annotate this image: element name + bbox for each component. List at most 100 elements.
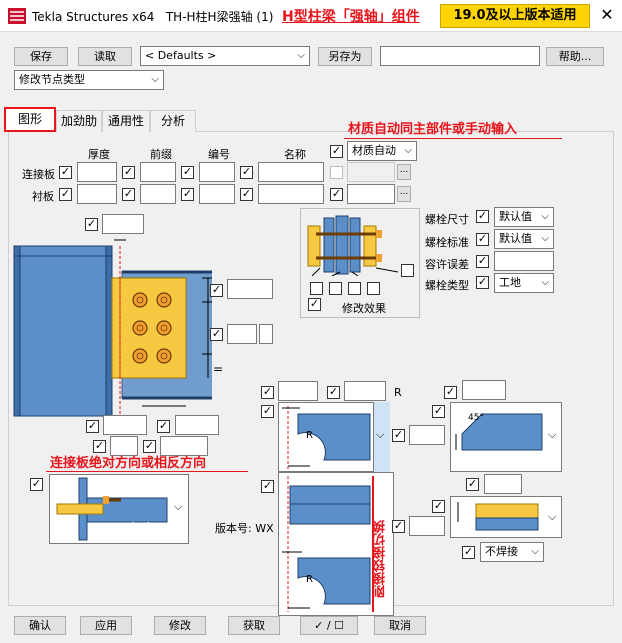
modify-effect-checkbox[interactable]: ✓ [308, 298, 321, 311]
chevron-down-icon: ⌵ [151, 74, 159, 85]
corner-dim-checkbox[interactable]: ✓ [444, 386, 457, 399]
backing-thickness-checkbox[interactable]: ✓ [59, 188, 72, 201]
backing-material-input[interactable] [347, 184, 395, 204]
plate-prefix-input[interactable] [140, 162, 176, 182]
top-dim-input[interactable] [102, 214, 144, 234]
edge-dist-input[interactable] [227, 279, 273, 299]
lower-dim-checkbox-1[interactable]: ✓ [86, 420, 99, 433]
modify-button[interactable]: 修改 [154, 616, 206, 635]
header-thickness: 厚度 [88, 148, 110, 161]
get-button[interactable]: 获取 [228, 616, 280, 635]
bolt-size-select[interactable]: 默认值 ⌵ [494, 207, 554, 227]
bolt-spacing-count-input[interactable] [227, 324, 257, 344]
cope-dim-input-1[interactable] [278, 381, 318, 401]
tab-analysis[interactable]: 分析 [150, 110, 196, 132]
stiffener-input[interactable] [409, 425, 445, 445]
plate-thickness-input[interactable] [77, 162, 117, 182]
plate-material-browse-button[interactable]: ... [397, 164, 411, 180]
bolt-type-select[interactable]: 工地 ⌵ [494, 273, 554, 293]
modify-type-select[interactable]: 修改节点类型 ⌵ [14, 70, 164, 90]
material-value: 材质自动 [352, 144, 396, 157]
bolt-standard-checkbox[interactable]: ✓ [476, 233, 489, 246]
chevron-down-icon: ⌵ [297, 50, 305, 61]
weld-size-checkbox[interactable]: ✓ [392, 520, 405, 533]
plate-number-checkbox[interactable]: ✓ [181, 166, 194, 179]
cope-type-checkbox[interactable]: ✓ [261, 405, 274, 418]
cope-dim-checkbox-2[interactable]: ✓ [327, 386, 340, 399]
bolt-standard-value: 默认值 [499, 232, 532, 245]
lower-dim-input-1[interactable] [103, 415, 147, 435]
material-select[interactable]: 材质自动 ⌵ [347, 141, 417, 161]
bolt-type-checkbox[interactable]: ✓ [476, 276, 489, 289]
backing-name-checkbox[interactable]: ✓ [240, 188, 253, 201]
edge-dist-checkbox[interactable]: ✓ [210, 284, 223, 297]
lower-dim-checkbox-2[interactable]: ✓ [157, 420, 170, 433]
weld-size-input[interactable] [409, 516, 445, 536]
weld-dim-input[interactable] [484, 474, 522, 494]
cope-dim-checkbox-1[interactable]: ✓ [261, 386, 274, 399]
save-button[interactable]: 保存 [14, 47, 68, 66]
load-button[interactable]: 读取 [78, 47, 132, 66]
bolt-effect-checkbox-3[interactable]: ✓ [348, 282, 361, 295]
direction-annotation: 连接板绝对方向或相反方向 [50, 456, 207, 471]
modify-type-value: 修改节点类型 [19, 73, 85, 86]
ok-button[interactable]: 确认 [14, 616, 66, 635]
weld-type-select[interactable]: 不焊接 ⌵ [480, 542, 544, 562]
weld-shape-drawing [457, 502, 539, 531]
save-as-button[interactable]: 另存为 [318, 47, 372, 66]
backing-prefix-checkbox[interactable]: ✓ [122, 188, 135, 201]
plate-name-checkbox[interactable]: ✓ [240, 166, 253, 179]
top-dim-checkbox[interactable]: ✓ [85, 218, 98, 231]
version-label: 版本号: WX [215, 522, 274, 535]
tab-general[interactable]: 通用性 [102, 110, 150, 132]
stiffener-checkbox[interactable]: ✓ [392, 429, 405, 442]
plate-name-input[interactable] [258, 162, 324, 182]
save-as-input[interactable] [380, 46, 540, 66]
bolt-spacing-input[interactable] [259, 324, 273, 344]
direction-checkbox[interactable]: ✓ [30, 478, 43, 491]
cope-dim-input-2[interactable] [344, 381, 386, 401]
angle-label: 45° [468, 413, 484, 423]
hinge-checkbox[interactable]: ✓ [261, 480, 274, 493]
weld-shape-checkbox[interactable]: ✓ [432, 500, 445, 513]
modify-effect-label: 修改效果 [342, 302, 386, 315]
plate-thickness-checkbox[interactable]: ✓ [59, 166, 72, 179]
tolerance-input[interactable] [494, 251, 554, 271]
plate-material-input[interactable] [347, 162, 395, 182]
backing-thickness-input[interactable] [77, 184, 117, 204]
chamfer-checkbox[interactable]: ✓ [432, 405, 445, 418]
close-icon[interactable]: ✕ [596, 4, 618, 26]
bolt-effect-checkbox-1[interactable]: ✓ [310, 282, 323, 295]
tab-graphics[interactable]: 图形 [4, 107, 56, 132]
chevron-down-icon: ⌵ [404, 145, 412, 156]
backing-name-input[interactable] [258, 184, 324, 204]
material-checkbox[interactable]: ✓ [330, 145, 343, 158]
backing-material-checkbox[interactable]: ✓ [330, 188, 343, 201]
cancel-button[interactable]: 取消 [374, 616, 426, 635]
help-button[interactable]: 帮助... [546, 47, 604, 66]
weld-dim-checkbox[interactable]: ✓ [466, 478, 479, 491]
plate-material-checkbox[interactable]: ✓ [330, 166, 343, 179]
tolerance-checkbox[interactable]: ✓ [476, 255, 489, 268]
lower-dim-input-2[interactable] [175, 415, 219, 435]
backing-number-input[interactable] [199, 184, 235, 204]
plate-prefix-checkbox[interactable]: ✓ [122, 166, 135, 179]
weld-type-checkbox[interactable]: ✓ [462, 546, 475, 559]
bolt-effect-checkbox-4[interactable]: ✓ [367, 282, 380, 295]
tab-stiffener[interactable]: 加劲肋 [56, 110, 102, 132]
header-prefix: 前缀 [150, 148, 172, 161]
toggle-all-button[interactable]: ✓ / ☐ [300, 616, 358, 635]
plate-number-input[interactable] [199, 162, 235, 182]
backing-number-checkbox[interactable]: ✓ [181, 188, 194, 201]
backing-prefix-input[interactable] [140, 184, 176, 204]
bolt-size-checkbox[interactable]: ✓ [476, 210, 489, 223]
bolt-effect-checkbox-2[interactable]: ✓ [329, 282, 342, 295]
bolt-standard-select[interactable]: 默认值 ⌵ [494, 229, 554, 249]
apply-button[interactable]: 应用 [80, 616, 132, 635]
bolt-spacing-checkbox[interactable]: ✓ [210, 328, 223, 341]
backing-material-browse-button[interactable]: ... [397, 186, 411, 202]
bolt-effect-checkbox-5[interactable]: ✓ [401, 264, 414, 277]
preset-select[interactable]: < Defaults > ⌵ [140, 46, 310, 66]
corner-dim-input[interactable] [462, 380, 506, 400]
chevron-down-icon: ⌵ [548, 428, 557, 441]
